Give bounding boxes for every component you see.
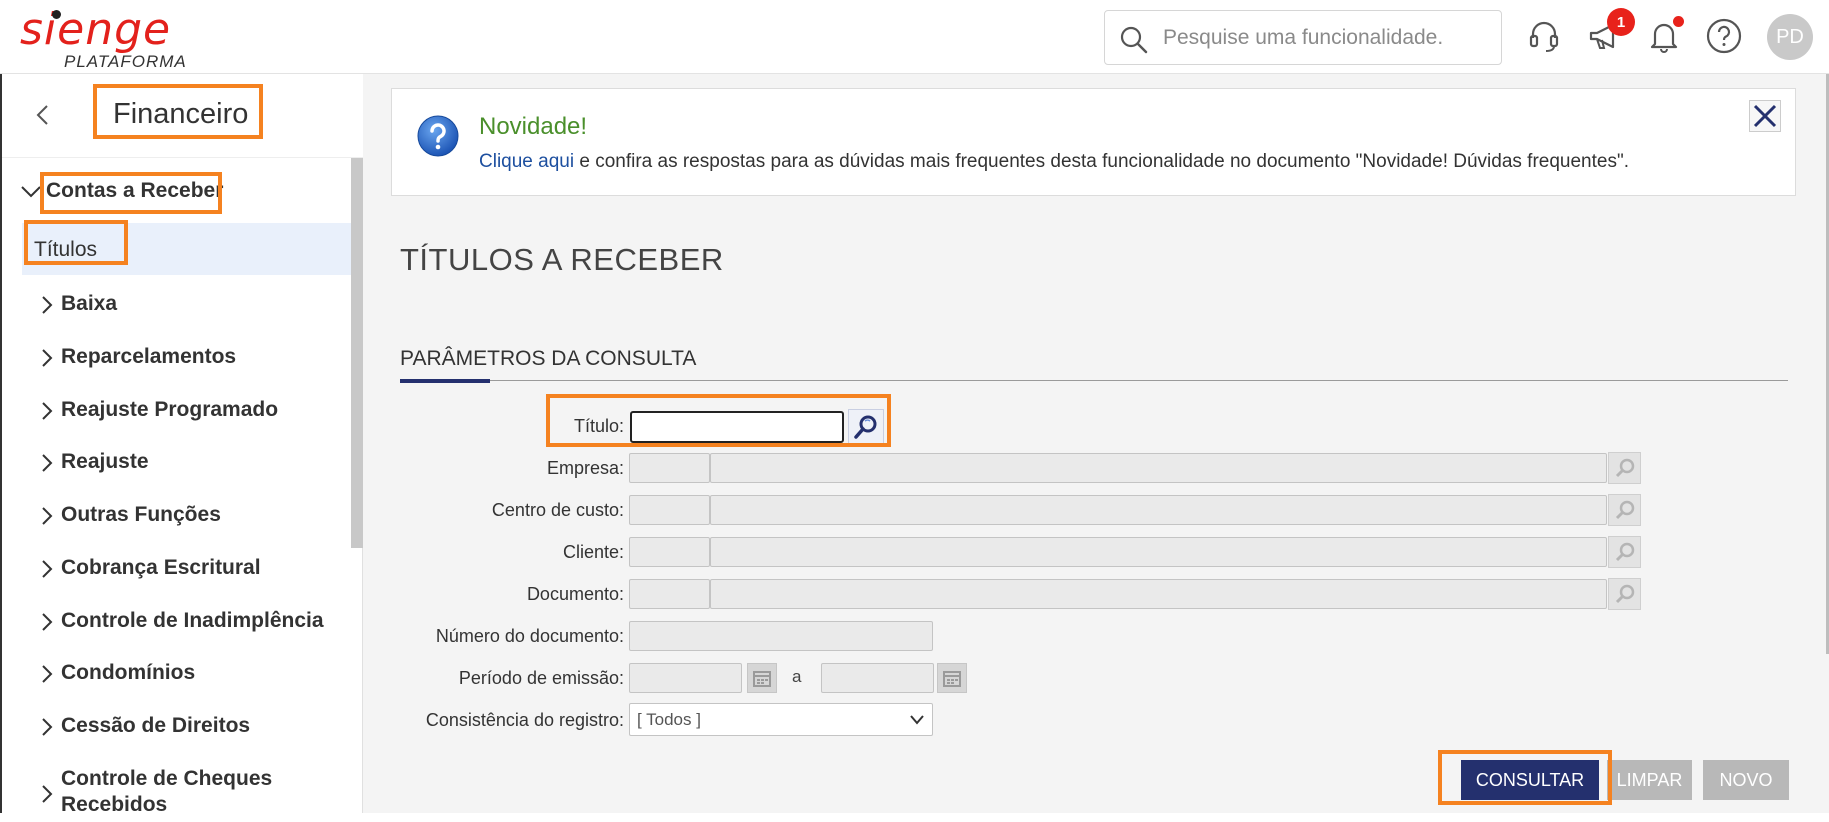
cliente-code-input[interactable]: [629, 537, 710, 567]
sidebar-item-label: Condomínios: [61, 661, 196, 684]
calendar-icon[interactable]: [747, 663, 777, 693]
sidebar-item-label: Reajuste: [61, 450, 149, 473]
centro-custo-lookup-icon[interactable]: [1608, 494, 1641, 526]
search-icon: [1120, 26, 1148, 54]
chevron-down-icon: [910, 715, 924, 725]
limpar-button[interactable]: LIMPAR: [1607, 760, 1692, 800]
cliente-lookup-icon[interactable]: [1608, 536, 1641, 568]
notice-title: Novidade!: [479, 113, 588, 140]
sidebar-item-label: Controle de Cheques Recebidos: [61, 767, 273, 816]
calendar-icon[interactable]: [937, 663, 967, 693]
numero-documento-label: Número do documento:: [435, 626, 624, 646]
periodo-separator: a: [792, 667, 802, 686]
notice-text: Clique aqui e confira as respostas para …: [479, 151, 1629, 173]
documento-label: Documento:: [526, 584, 624, 604]
periodo-inicio-input[interactable]: [629, 663, 742, 693]
sidebar-item-label: Reajuste Programado: [61, 398, 279, 421]
bell-unread-dot: [1673, 16, 1684, 27]
chevron-right-icon: [42, 402, 53, 420]
consistencia-selected: [ Todos ]: [637, 710, 701, 729]
section-divider: [400, 380, 1788, 381]
highlight-consultar-button: [1438, 750, 1612, 805]
empresa-lookup-icon[interactable]: [1608, 452, 1641, 484]
chevron-right-icon: [42, 718, 53, 736]
top-bar: sienge PLATAFORMA 1: [0, 0, 1829, 74]
sidebar-item-label: Cobrança Escritural: [61, 556, 261, 579]
notice-body: e confira as respostas para as dúvidas m…: [574, 151, 1629, 172]
highlight-active-item: [24, 220, 128, 265]
page-title: TÍTULOS A RECEBER: [400, 242, 724, 277]
sienge-logo[interactable]: sienge PLATAFORMA: [20, 4, 190, 71]
chevron-right-icon: [42, 349, 53, 367]
periodo-fim-input[interactable]: [821, 663, 934, 693]
novidade-notice: Novidade! Clique aqui e confira as respo…: [391, 88, 1796, 196]
search-box[interactable]: [1104, 10, 1502, 65]
cliente-label: Cliente:: [562, 542, 624, 562]
highlight-module-title: [93, 84, 263, 139]
sidebar-item-label: Reparcelamentos: [61, 345, 237, 368]
close-icon[interactable]: [1749, 100, 1781, 132]
sidebar-item-label: Baixa: [61, 292, 118, 315]
periodo-emissao-label: Período de emissão:: [458, 668, 624, 688]
cliente-name-input[interactable]: [710, 537, 1607, 567]
search-input[interactable]: [1163, 23, 1483, 53]
empresa-name-input[interactable]: [710, 453, 1607, 483]
sidebar-item-label: Cessão de Direitos: [61, 714, 251, 737]
sidebar-item-label: Controle de Inadimplência: [61, 609, 324, 632]
notification-badge: 1: [1607, 8, 1635, 36]
sidebar-item-label: Outras Funções: [61, 503, 221, 526]
chevron-right-icon: [42, 665, 53, 683]
documento-code-input[interactable]: [629, 579, 710, 609]
novo-button[interactable]: NOVO: [1703, 760, 1789, 800]
empresa-code-input[interactable]: [629, 453, 710, 483]
chevron-right-icon: [42, 454, 53, 472]
logo-text: sienge: [20, 4, 172, 55]
notice-link[interactable]: Clique aqui: [479, 151, 574, 172]
centro-custo-name-input[interactable]: [710, 495, 1607, 525]
highlight-group-label: [40, 172, 222, 214]
chevron-right-icon: [42, 296, 53, 314]
chevron-right-icon: [42, 560, 53, 578]
logo-dot: [52, 10, 61, 19]
chevron-right-icon: [42, 613, 53, 631]
headset-icon[interactable]: [1522, 14, 1566, 58]
chevron-down-icon: [21, 186, 41, 198]
consistencia-select[interactable]: [ Todos ]: [629, 703, 933, 736]
chevron-right-icon: [42, 785, 53, 803]
centro-custo-code-input[interactable]: [629, 495, 710, 525]
empresa-label: Empresa:: [546, 458, 624, 478]
section-title: PARÂMETROS DA CONSULTA: [400, 347, 697, 370]
centro-custo-label: Centro de custo:: [491, 500, 624, 520]
documento-lookup-icon[interactable]: [1608, 578, 1641, 610]
consistencia-label: Consistência do registro:: [425, 710, 624, 730]
question-circle-icon: [417, 115, 459, 157]
logo-subtitle: PLATAFORMA: [64, 52, 187, 71]
sidebar-item-controle-cheques[interactable]: Controle de Cheques Recebidos: [40, 766, 340, 822]
help-icon[interactable]: [1702, 14, 1746, 58]
documento-name-input[interactable]: [710, 579, 1607, 609]
user-avatar[interactable]: PD: [1767, 14, 1813, 60]
section-divider-accent: [400, 379, 490, 383]
sidebar-scrollbar[interactable]: [351, 158, 363, 548]
back-chevron-icon[interactable]: [28, 100, 58, 130]
chevron-right-icon: [42, 507, 53, 525]
numero-documento-input[interactable]: [629, 621, 933, 651]
highlight-titulo-field: [546, 394, 891, 447]
